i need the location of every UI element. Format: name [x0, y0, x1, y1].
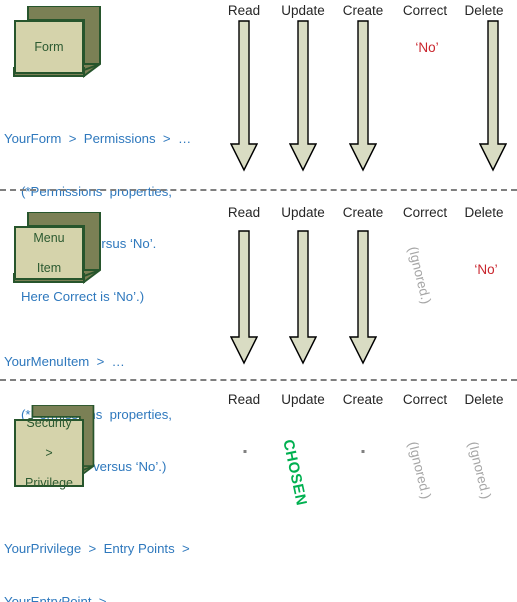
- flow-arrow-read: [229, 230, 259, 370]
- down-arrow-icon: [229, 230, 259, 365]
- down-arrow-icon: [478, 20, 508, 172]
- permissions-diagram: Form YourForm > Permissions > … (*Permis…: [0, 0, 517, 602]
- flow-arrow-create: [348, 230, 378, 370]
- column-header-update: Update: [281, 205, 325, 220]
- flow-arrow-read: [229, 20, 259, 177]
- entity-box-label-line: Item: [36, 260, 62, 275]
- section-security-privilege: Security > Privilege YourPrivilege > Ent…: [0, 380, 517, 602]
- caption-line: YourForm > Permissions > …: [4, 131, 192, 146]
- down-arrow-icon: [229, 20, 259, 172]
- column-header-update: Update: [281, 3, 325, 18]
- column-header-delete: Delete: [464, 205, 504, 220]
- down-arrow-icon: [348, 230, 378, 365]
- flow-arrow-update: [288, 230, 318, 370]
- column-header-create: Create: [342, 3, 384, 18]
- section-menu-item: Menu Item YourMenuItem > … (*Permissions…: [0, 190, 517, 474]
- column-header-correct: Correct: [402, 392, 448, 407]
- entity-box-security-privilege: Security > Privilege: [12, 405, 102, 497]
- entity-box-label-line: >: [45, 445, 53, 460]
- cell-note-correct-ignored: (Ignored.): [405, 245, 435, 306]
- column-header-read: Read: [227, 3, 261, 18]
- down-arrow-icon: [288, 20, 318, 172]
- entity-box-face: Menu Item: [14, 226, 84, 280]
- entity-box-label-line: Menu: [33, 230, 65, 245]
- column-header-read: Read: [227, 205, 261, 220]
- cell-note-correct-ignored: (Ignored.): [405, 440, 435, 501]
- caption-line: YourEntryPoint > …: [4, 593, 128, 602]
- entity-box-label: Security > Privilege: [16, 416, 82, 491]
- column-header-delete: Delete: [464, 392, 504, 407]
- flow-arrow-update: [288, 20, 318, 177]
- entity-box-label-line: Privilege: [25, 475, 73, 490]
- entity-box-face: Security > Privilege: [14, 416, 84, 490]
- entity-box-label: Menu Item: [16, 231, 82, 276]
- entity-box-face: Form: [14, 20, 84, 74]
- section-form: Form YourForm > Permissions > … (*Permis…: [0, 0, 517, 304]
- column-header-create: Create: [342, 205, 384, 220]
- column-header-delete: Delete: [464, 3, 504, 18]
- cell-note-delete-ignored: (Ignored.): [465, 440, 495, 501]
- cell-note-delete-no: ‘No’: [474, 262, 498, 277]
- caption-security-privilege: YourPrivilege > Entry Points > YourEntry…: [4, 505, 225, 602]
- column-header-correct: Correct: [402, 205, 448, 220]
- flow-arrow-delete: [478, 20, 508, 177]
- caption-line: YourMenuItem > …: [4, 354, 125, 369]
- cell-note-update-chosen: CHOSEN: [279, 438, 310, 508]
- entity-box-menu-item: Menu Item: [12, 212, 102, 290]
- column-header-read: Read: [227, 392, 261, 407]
- down-arrow-icon: [348, 20, 378, 172]
- column-header-create: Create: [342, 392, 384, 407]
- flow-arrow-create: [348, 20, 378, 177]
- column-header-update: Update: [281, 392, 325, 407]
- entity-box-form: Form: [12, 6, 102, 84]
- cell-note-correct-no: ‘No’: [415, 40, 439, 55]
- caption-line: YourPrivilege > Entry Points >: [4, 541, 190, 556]
- cell-marker-create-dot: [361, 450, 365, 453]
- down-arrow-icon: [288, 230, 318, 365]
- cell-marker-read-dot: [243, 450, 247, 453]
- entity-box-label: Form: [34, 39, 64, 54]
- entity-box-label-line: Security: [26, 415, 72, 430]
- column-header-correct: Correct: [402, 3, 448, 18]
